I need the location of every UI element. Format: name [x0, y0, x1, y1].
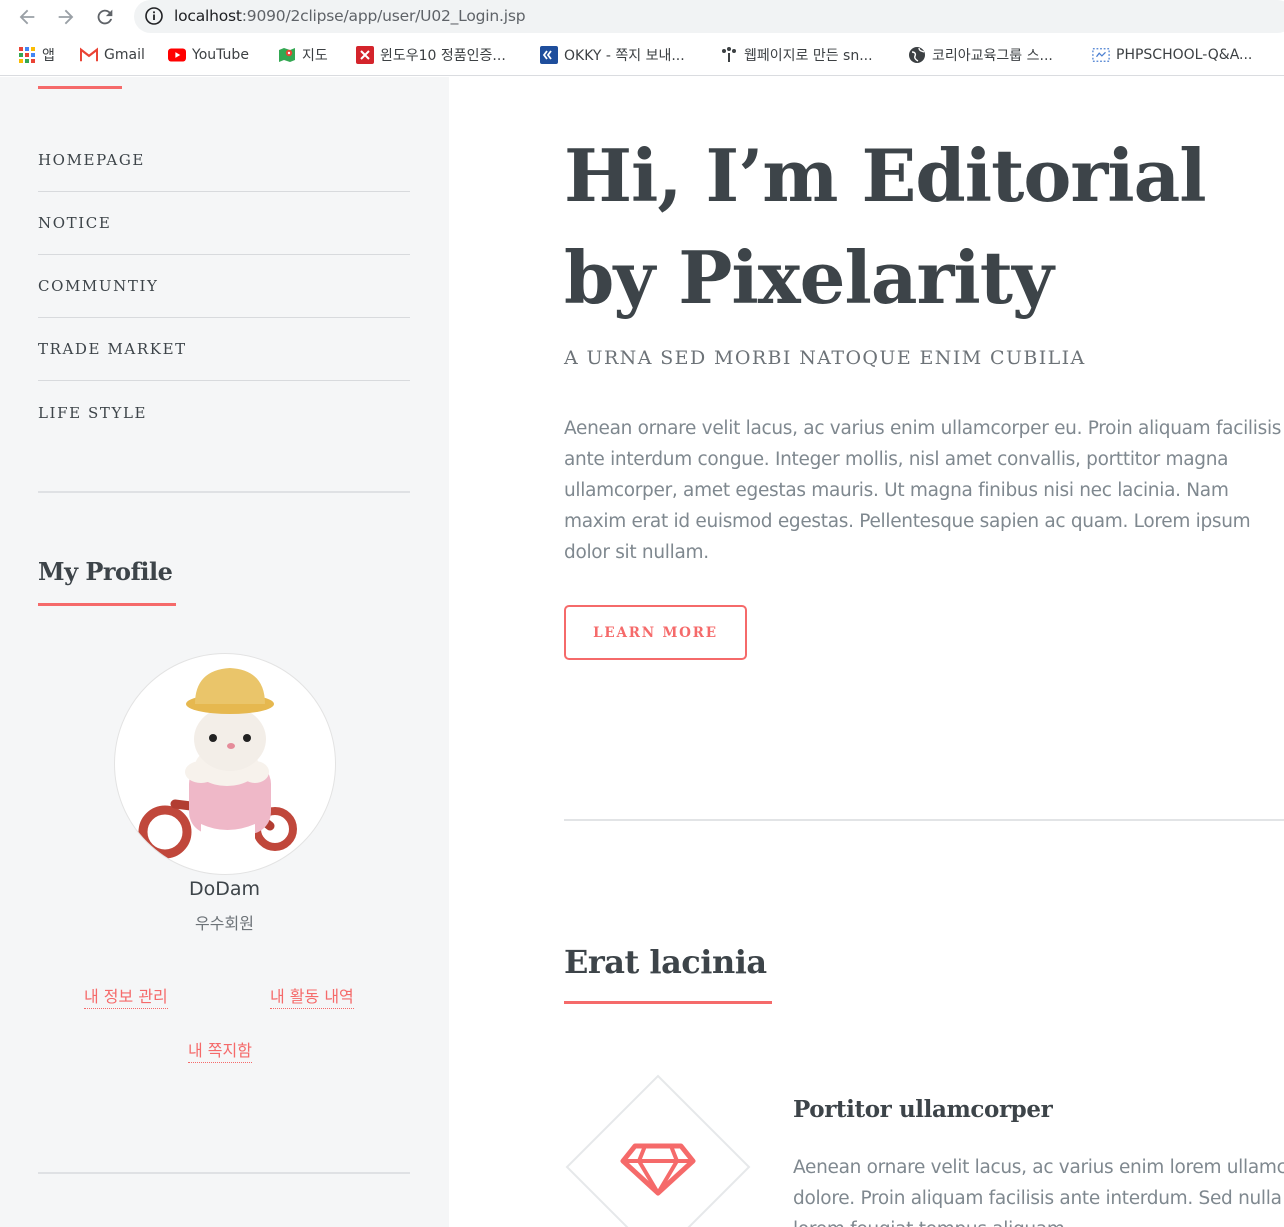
feature-title: Portitor ullamcorper — [793, 1096, 1053, 1123]
bookmark-label: PHPSCHOOL-Q&A... — [1116, 47, 1253, 63]
bookmark-korea-edu[interactable]: 코리아교육그룹 스... — [908, 45, 1053, 65]
windows-activation-icon — [356, 46, 374, 64]
sidebar-divider — [38, 491, 410, 493]
bookmark-apps[interactable]: 앱 — [18, 45, 55, 65]
reload-icon — [97, 9, 113, 25]
intro-paragraph: Aenean ornare velit lacus, ac varius eni… — [564, 418, 1282, 563]
bookmark-windows-activation[interactable]: 윈도우10 정품인증... — [356, 45, 506, 65]
bookmark-phpschool[interactable]: PHPSCHOOL-Q&A... — [1092, 45, 1252, 65]
menu-item-homepage[interactable]: HOMEPAGE — [38, 129, 410, 192]
sidebar: HOMEPAGE NOTICE COMMUNTIY TRADE MARKET L… — [0, 77, 449, 1227]
forward-arrow-icon — [58, 9, 74, 25]
feature-text-line: Aenean ornare velit lacus, ac varius eni… — [793, 1157, 1284, 1178]
forward-button[interactable] — [53, 4, 79, 30]
menu-item-trade-market[interactable]: TRADE MARKET — [38, 318, 410, 381]
menu-item-life-style[interactable]: LIFE STYLE — [38, 381, 410, 444]
bookmark-label: 지도 — [302, 48, 328, 64]
bookmark-label: OKKY - 쪽지 보내... — [564, 48, 685, 64]
url-host: localhost — [174, 7, 242, 25]
page-title-line-1: Hi, I’m Editorial — [564, 133, 1207, 218]
menu-item-community[interactable]: COMMUNTIY — [38, 255, 410, 318]
learn-more-button[interactable]: LEARN MORE — [564, 605, 747, 660]
bookmark-youtube[interactable]: YouTube — [168, 45, 249, 65]
my-info-link[interactable]: 내 정보 관리 — [84, 983, 168, 1009]
bookmark-maps[interactable]: 지도 — [278, 45, 328, 65]
okky-icon — [540, 46, 558, 64]
gmail-icon — [80, 46, 98, 64]
maps-icon — [278, 46, 296, 64]
phpschool-icon — [1092, 46, 1110, 64]
main-content: Hi, I’m Editorial by Pixelarity A URNA S… — [449, 77, 1284, 1227]
sidebar-divider — [38, 1172, 410, 1174]
url-text[interactable]: localhost:9090/2clipse/app/user/U02_Logi… — [174, 7, 526, 25]
menu-item-notice[interactable]: NOTICE — [38, 192, 410, 255]
url-path: :9090/2clipse/app/user/U02_Login.jsp — [241, 7, 526, 25]
address-bar[interactable]: localhost:9090/2clipse/app/user/U02_Logi… — [134, 0, 1284, 33]
youtube-icon — [168, 46, 186, 64]
section-title-underline — [564, 1001, 772, 1004]
back-arrow-icon — [19, 9, 35, 25]
reload-button[interactable] — [92, 4, 118, 30]
profile-title-underline — [38, 603, 176, 606]
page-subheading: A URNA SED MORBI NATOQUE ENIM CUBILIA — [564, 347, 1086, 369]
feature-text-line: lorem feugiat tempus aliquam. — [793, 1214, 1284, 1227]
diamond-icon — [565, 1074, 751, 1227]
page-title: Hi, I’m Editorial by Pixelarity — [564, 125, 1207, 329]
back-button[interactable] — [14, 4, 40, 30]
feature-text-line: dolore. Proin aliquam facilisis ante int… — [793, 1188, 1282, 1209]
bookmark-label: YouTube — [192, 47, 249, 63]
bookmark-label: 윈도우10 정품인증... — [380, 48, 506, 64]
globe-icon — [908, 46, 926, 64]
bookmark-snippet[interactable]: 웹페이지로 만든 sn... — [720, 45, 873, 65]
feature-text: Aenean ornare velit lacus, ac varius eni… — [793, 1152, 1284, 1227]
profile-grade: 우수회원 — [195, 914, 254, 933]
avatar — [114, 653, 336, 875]
profile-title: My Profile — [38, 557, 173, 586]
bookmark-label: 웹페이지로 만든 sn... — [744, 48, 873, 64]
sidebar-menu: HOMEPAGE NOTICE COMMUNTIY TRADE MARKET L… — [38, 129, 410, 444]
bookmark-label: Gmail — [104, 47, 145, 63]
bookmark-gmail[interactable]: Gmail — [80, 45, 145, 65]
dots-icon — [720, 46, 738, 64]
profile-username: DoDam — [188, 878, 261, 900]
my-activity-link[interactable]: 내 활동 내역 — [270, 983, 354, 1009]
section-title: Erat lacinia — [564, 943, 767, 981]
content-divider — [564, 819, 1284, 821]
site-info-icon[interactable] — [144, 6, 164, 31]
page-title-line-2: by Pixelarity — [564, 235, 1054, 320]
browser-toolbar: localhost:9090/2clipse/app/user/U02_Logi… — [0, 0, 1284, 34]
my-messages-link[interactable]: 내 쪽지함 — [188, 1037, 252, 1063]
bookmark-label: 앱 — [42, 48, 55, 64]
bookmark-okky[interactable]: OKKY - 쪽지 보내... — [540, 45, 685, 65]
bookmark-label: 코리아교육그룹 스... — [932, 48, 1053, 64]
apps-grid-icon — [18, 46, 36, 64]
header-accent-line — [38, 86, 122, 89]
bookmarks-bar: 앱 Gmail YouTube 지도 윈도우10 정품인증... OKKY - … — [0, 34, 1284, 76]
